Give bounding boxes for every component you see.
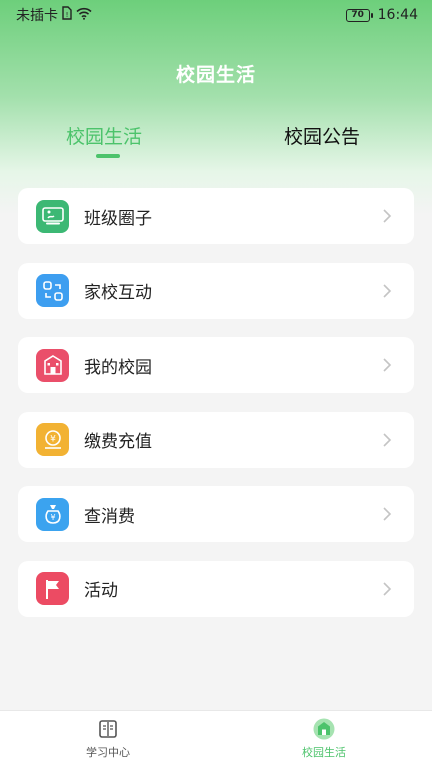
menu-item-label: 活动 (84, 581, 118, 601)
book-icon (97, 718, 119, 740)
status-right: 70 16:44 (345, 7, 418, 23)
nav-label: 校园生活 (302, 746, 346, 759)
campus-home-icon (313, 718, 335, 740)
interaction-icon (36, 274, 69, 307)
status-bar: 未插卡 ! 70 16:44 (0, 0, 432, 30)
clock-text: 16:44 (377, 7, 418, 23)
status-left: 未插卡 ! (16, 5, 92, 25)
money-bag-icon: ¥ (36, 497, 69, 531)
chevron-right-icon (383, 209, 392, 223)
payment-icon: ¥ (36, 423, 69, 456)
tab-campus-life[interactable]: 校园生活 (66, 122, 142, 149)
school-building-icon (36, 348, 69, 382)
svg-text:¥: ¥ (50, 513, 55, 522)
menu-item-label: 家校互动 (84, 283, 152, 303)
class-circle-icon (36, 199, 69, 233)
chevron-right-icon (383, 432, 392, 447)
menu-item-payment[interactable]: ¥ 缴费充值 (18, 411, 414, 468)
menu-item-label: 缴费充值 (84, 432, 152, 452)
svg-text:!: ! (66, 11, 69, 19)
chevron-right-icon (383, 283, 392, 298)
menu-item-consumption[interactable]: ¥ 查消费 (18, 486, 414, 542)
battery-icon: 70 (345, 8, 373, 22)
nav-label: 学习中心 (86, 746, 130, 759)
active-tab-indicator (96, 154, 120, 158)
menu-list: 班级圈子 家校互动 我的校园 ¥ 缴费充值 ¥ 查消费 活动 (18, 188, 414, 635)
tab-bar: 校园生活 校园公告 (0, 122, 432, 162)
menu-item-class-circle[interactable]: 班级圈子 (18, 188, 414, 244)
menu-item-my-campus[interactable]: 我的校园 (18, 337, 414, 393)
chevron-right-icon (383, 358, 392, 372)
menu-item-home-school[interactable]: 家校互动 (18, 262, 414, 319)
nav-study-center[interactable]: 学习中心 (48, 711, 168, 768)
menu-item-label: 我的校园 (84, 357, 152, 378)
svg-text:¥: ¥ (50, 434, 56, 444)
chevron-right-icon (383, 507, 392, 521)
menu-item-label: 班级圈子 (84, 208, 152, 229)
battery-level: 70 (351, 10, 364, 20)
nav-campus-life[interactable]: 校园生活 (264, 711, 384, 768)
menu-item-label: 查消费 (84, 506, 135, 527)
chevron-right-icon (383, 581, 392, 596)
header-background (0, 0, 432, 215)
page-title: 校园生活 (175, 64, 256, 86)
tab-campus-notice[interactable]: 校园公告 (284, 122, 360, 149)
bottom-nav: 学习中心 校园生活 (0, 710, 432, 768)
carrier-text: 未插卡 (16, 8, 58, 24)
wifi-icon (76, 7, 92, 24)
sim-icon: ! (62, 6, 72, 24)
menu-item-activity[interactable]: 活动 (18, 560, 414, 617)
flag-icon (36, 572, 69, 605)
